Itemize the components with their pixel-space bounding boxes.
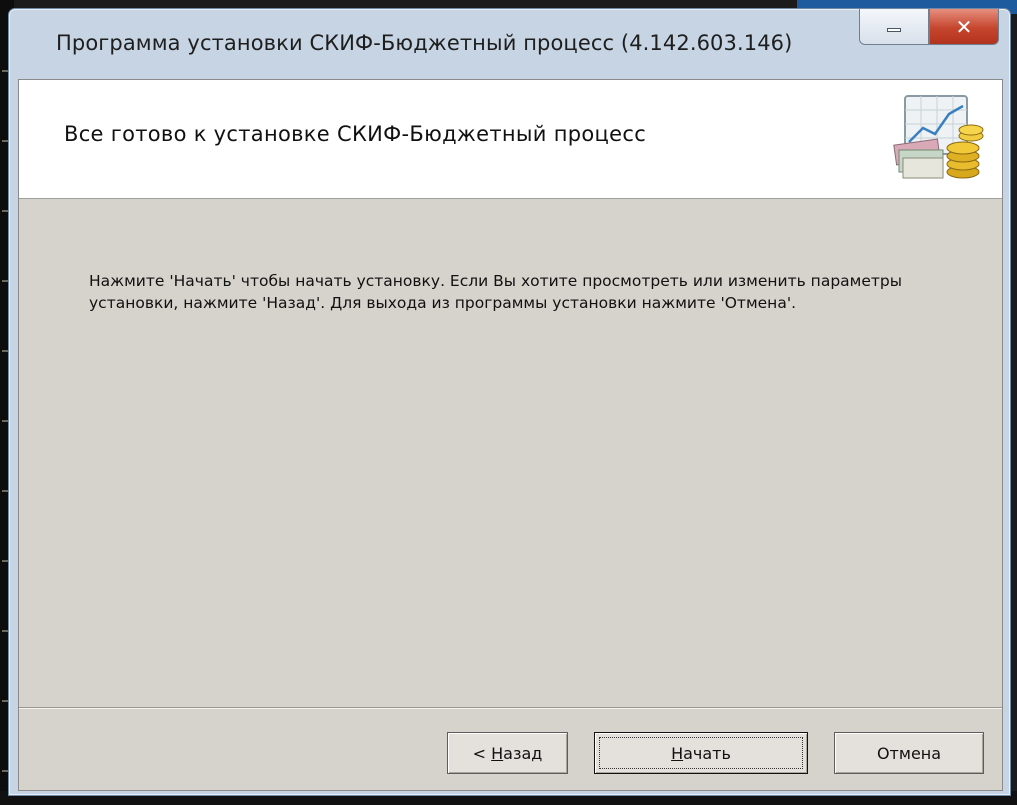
minimize-icon xyxy=(887,27,901,32)
back-button-label: < Назад xyxy=(473,744,543,763)
cancel-button[interactable]: Отмена xyxy=(834,732,984,774)
title-bar[interactable]: Программа установки СКИФ-Бюджетный проце… xyxy=(9,9,1010,79)
back-prefix: < xyxy=(472,743,492,763)
back-mnemonic: Н xyxy=(491,743,504,763)
back-label-rest: азад xyxy=(503,743,543,763)
minimize-button[interactable] xyxy=(859,9,929,45)
installer-window: Программа установки СКИФ-Бюджетный проце… xyxy=(8,8,1011,796)
cancel-button-label: Отмена xyxy=(876,743,942,763)
page-title: Все готово к установке СКИФ-Бюджетный пр… xyxy=(64,122,647,146)
window-title: Программа установки СКИФ-Бюджетный проце… xyxy=(56,31,793,55)
close-icon: ✕ xyxy=(955,14,973,39)
chart-coins-icon xyxy=(893,95,984,179)
instructions-text: Нажмите 'Начать' чтобы начать установку.… xyxy=(89,272,902,312)
back-button[interactable]: < Назад xyxy=(447,732,568,774)
dialog-client-area: Все готово к установке СКИФ-Бюджетный пр… xyxy=(18,79,1003,791)
footer-divider xyxy=(19,707,1002,709)
focus-rectangle xyxy=(599,737,803,769)
close-button[interactable]: ✕ xyxy=(929,9,999,45)
header-banner: Все готово к установке СКИФ-Бюджетный пр… xyxy=(19,80,1002,199)
start-button[interactable]: Начать xyxy=(594,732,808,774)
